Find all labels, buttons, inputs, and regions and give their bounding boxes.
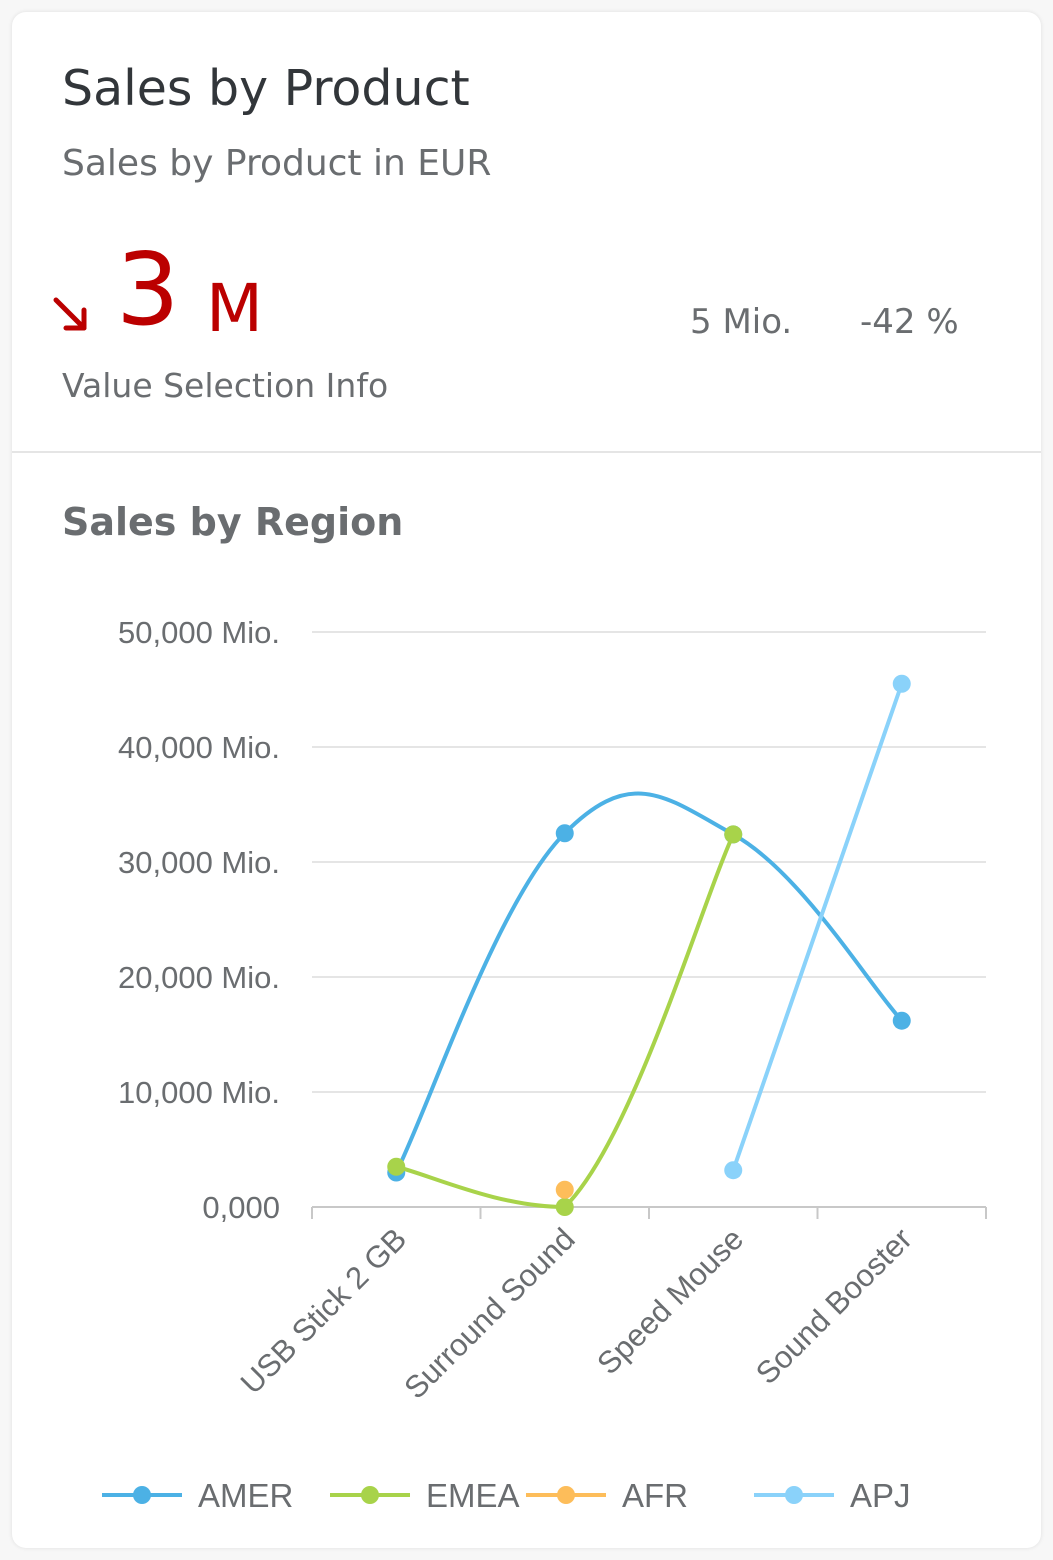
y-tick-label: 50,000 Mio. [118, 615, 280, 650]
data-point-amer [555, 824, 574, 843]
data-point-emea [724, 825, 743, 844]
data-point-emea [387, 1157, 406, 1176]
data-point-apj [892, 674, 911, 693]
y-tick-label: 0,000 [202, 1190, 280, 1225]
legend-label-afr: AFR [622, 1477, 688, 1514]
y-tick-label: 20,000 Mio. [118, 960, 280, 995]
data-point-afr [555, 1180, 574, 1199]
legend-marker-emea [361, 1486, 379, 1504]
series-line-apj [731, 683, 904, 1171]
y-tick-label: 30,000 Mio. [118, 845, 280, 880]
legend-marker-amer [133, 1486, 151, 1504]
series-line-emea [395, 833, 736, 1210]
legend-label-amer: AMER [198, 1477, 293, 1514]
x-tick-label: Surround Sound [397, 1221, 581, 1405]
y-tick-label: 40,000 Mio. [118, 730, 280, 765]
legend-label-apj: APJ [850, 1477, 911, 1514]
series-line-amer [394, 791, 904, 1174]
x-tick-label: USB Stick 2 GB [234, 1221, 413, 1400]
kpi-card[interactable]: Sales by Product Sales by Product in EUR… [12, 12, 1041, 1548]
line-chart[interactable]: 0,000 10,000 Mio. 20,000 Mio. 30,000 Mio. 40… [12, 12, 1041, 1548]
data-point-apj [724, 1161, 743, 1180]
y-tick-label: 10,000 Mio. [118, 1075, 280, 1110]
data-point-amer [892, 1011, 911, 1030]
x-tick-label: Speed Mouse [590, 1221, 750, 1381]
legend-marker-apj [785, 1486, 803, 1504]
legend-label-emea: EMEA [426, 1477, 520, 1514]
x-tick-label: Sound Booster [749, 1221, 919, 1391]
legend-marker-afr [557, 1486, 575, 1504]
data-point-emea [555, 1198, 574, 1216]
